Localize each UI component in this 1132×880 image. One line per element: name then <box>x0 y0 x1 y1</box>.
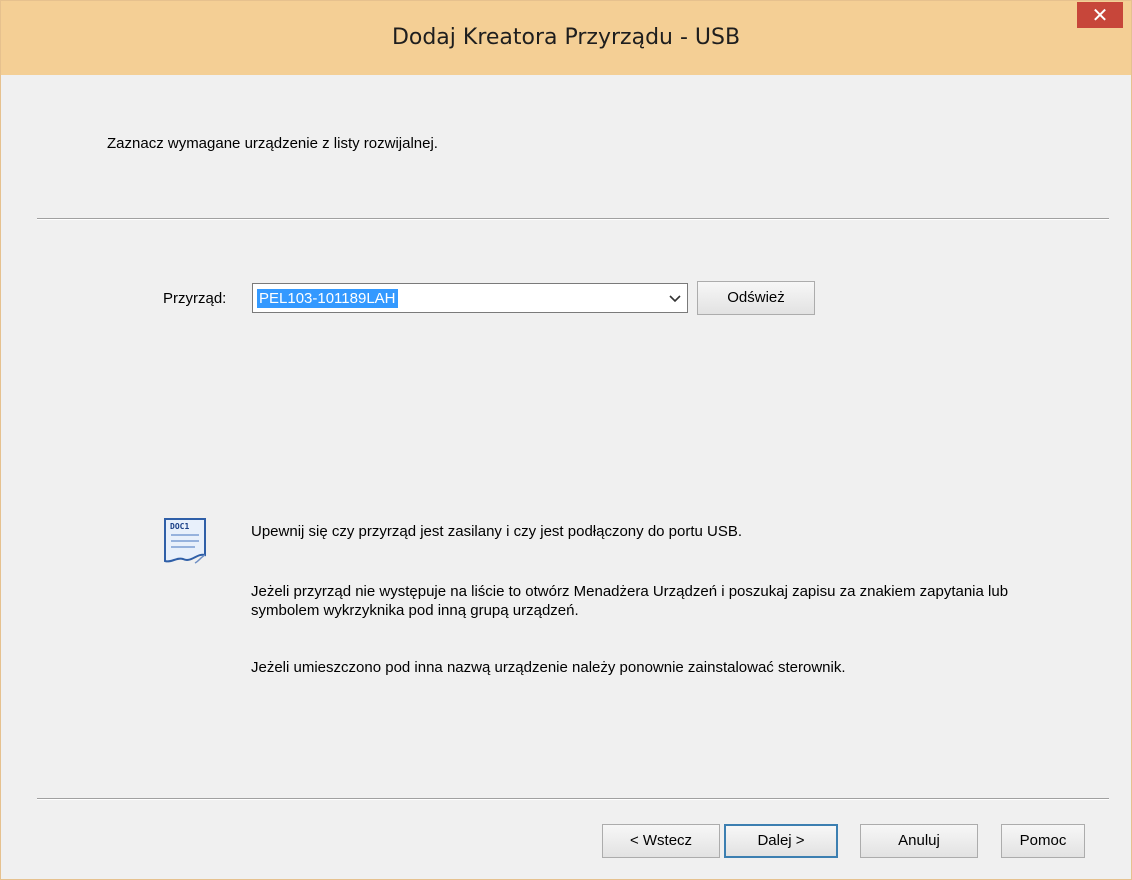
refresh-button[interactable]: Odśwież <box>697 281 815 315</box>
device-dropdown[interactable]: PEL103-101189LAH <box>252 283 688 313</box>
cancel-button[interactable]: Anuluj <box>860 824 978 858</box>
bottom-separator <box>37 798 1109 800</box>
document-icon-label: DOC1 <box>170 522 189 531</box>
document-icon: DOC1 <box>164 518 206 564</box>
instruction-text: Zaznacz wymagane urządzenie z listy rozw… <box>107 135 438 152</box>
note-power-usb: Upewnij się czy przyrząd jest zasilany i… <box>251 523 743 540</box>
back-button[interactable]: < Wstecz <box>602 824 720 858</box>
note-device-manager: Jeżeli przyrząd nie występuje na liście … <box>251 583 1009 619</box>
close-icon: ✕ <box>1091 3 1109 27</box>
device-selected-value: PEL103-101189LAH <box>257 289 398 308</box>
note-reinstall-driver: Jeżeli umieszczono pod inna nazwą urządz… <box>251 659 846 676</box>
wizard-window: Dodaj Kreatora Przyrządu - USB ✕ Zaznacz… <box>0 0 1132 880</box>
title-bar[interactable]: Dodaj Kreatora Przyrządu - USB ✕ <box>1 1 1131 75</box>
device-label: Przyrząd: <box>163 290 227 307</box>
next-button[interactable]: Dalej > <box>724 824 838 858</box>
wizard-page: Zaznacz wymagane urządzenie z listy rozw… <box>9 75 1121 871</box>
top-separator <box>37 218 1109 220</box>
close-button[interactable]: ✕ <box>1077 2 1123 28</box>
chevron-down-icon[interactable] <box>667 290 683 306</box>
window-title: Dodaj Kreatora Przyrządu - USB <box>391 25 741 50</box>
help-button[interactable]: Pomoc <box>1001 824 1085 858</box>
